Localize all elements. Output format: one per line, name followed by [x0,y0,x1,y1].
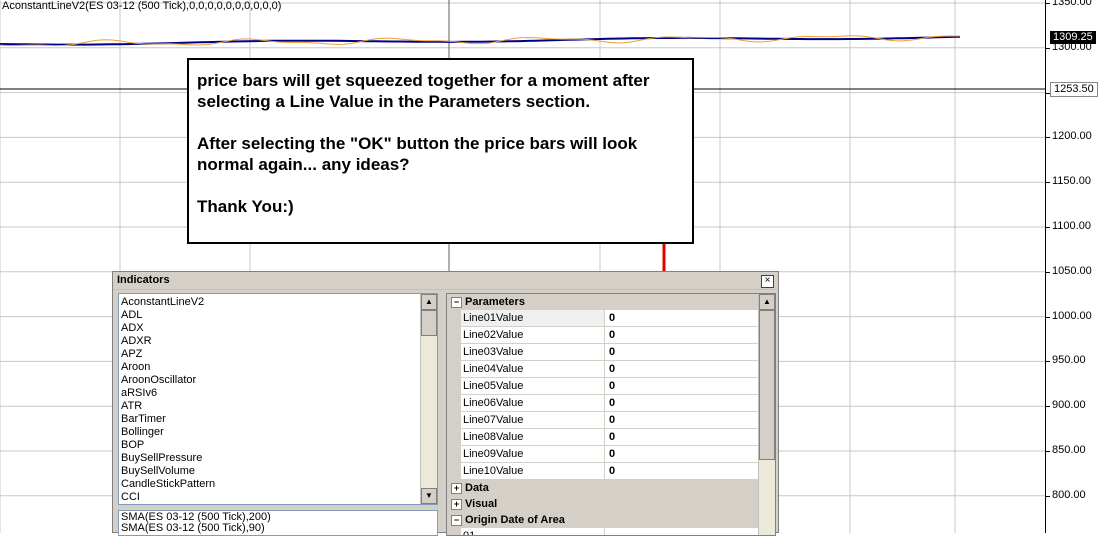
note-line-2: After selecting the "OK" button the pric… [197,134,638,174]
property-name: 01 [461,528,605,535]
scroll-thumb[interactable] [421,310,437,336]
category-data[interactable]: + Data [447,480,775,496]
indicator-list[interactable]: AconstantLineV2 ADL ADX ADXR APZ Aroon AroonOs… [118,293,438,505]
parameter-name: Line06Value [461,395,605,411]
line-price-tag: 1253.50 [1050,82,1098,97]
parameter-value[interactable]: 0 [605,412,775,428]
y-tick-label: 1150.00 [1046,175,1091,188]
parameter-row[interactable]: Line06Value 0 [461,395,775,412]
indicator-list-item[interactable]: BOP [121,439,437,452]
parameter-row[interactable]: Line08Value 0 [461,429,775,446]
parameter-row[interactable]: Line07Value 0 [461,412,775,429]
indicator-list-item[interactable]: Bollinger [121,426,437,439]
y-tick-label: 1050.00 [1046,264,1092,277]
scroll-up-icon[interactable]: ▲ [759,294,775,310]
collapse-icon[interactable]: − [451,515,462,526]
y-tick-label: 900.00 [1046,399,1086,412]
property-value[interactable] [605,528,775,535]
parameter-name: Line05Value [461,378,605,394]
indicator-list-item[interactable]: CandleStickPattern [121,478,437,491]
y-tick-label: 1350.00 [1046,0,1092,8]
parameter-row[interactable]: Line05Value 0 [461,378,775,395]
parameter-row[interactable]: Line04Value 0 [461,361,775,378]
parameter-value[interactable]: 0 [605,310,775,326]
parameter-name: Line09Value [461,446,605,462]
parameter-value[interactable]: 0 [605,378,775,394]
last-price-tag: 1309.25 [1050,31,1096,44]
indicator-list-item[interactable]: ADX [121,322,437,335]
category-label: Visual [465,498,498,510]
applied-indicators-list[interactable]: SMA(ES 03-12 (500 Tick),200) SMA(ES 03-12… [118,510,438,536]
dialog-title: Indicators [117,274,170,286]
indicator-list-scrollbar[interactable]: ▲ ▼ [420,294,437,504]
parameter-name: Line04Value [461,361,605,377]
indicator-list-item[interactable]: ADL [121,309,437,322]
category-parameters[interactable]: − Parameters [447,294,775,310]
indicator-list-item[interactable]: aRSIv6 [121,387,437,400]
y-tick-label: 950.00 [1046,354,1086,367]
scroll-up-icon[interactable]: ▲ [421,294,437,310]
price-axis[interactable]: 1350.001300.001250.001200.001150.001100.… [1045,0,1098,533]
indicator-list-item[interactable]: BuySellVolume [121,465,437,478]
y-tick-label: 1000.00 [1046,309,1092,322]
y-tick-label: 1100.00 [1046,220,1091,232]
indicator-label: AconstantLineV2(ES 03-12 (500 Tick),0,0,… [2,0,282,12]
parameter-value[interactable]: 0 [605,327,775,343]
annotation-note: price bars will get squeezed together fo… [187,58,694,244]
parameter-value[interactable]: 0 [605,463,775,479]
indicator-list-item[interactable]: BuySellPressure [121,452,437,465]
parameter-row[interactable]: Line10Value 0 [461,463,775,480]
category-label: Parameters [465,296,525,308]
expand-icon[interactable]: + [451,483,462,494]
property-grid-scrollbar[interactable]: ▲ [758,294,775,535]
parameter-row[interactable]: Line01Value 0 [461,310,775,327]
scroll-down-icon[interactable]: ▼ [421,488,437,504]
note-line-1: price bars will get squeezed together fo… [197,71,650,111]
close-icon[interactable]: × [761,275,774,288]
category-label: Data [465,482,489,494]
parameter-row[interactable]: Line03Value 0 [461,344,775,361]
indicator-list-item[interactable]: ADXR [121,335,437,348]
indicator-list-item[interactable]: AroonOscillator [121,374,437,387]
property-row[interactable]: 01 [461,528,775,535]
parameter-value[interactable]: 0 [605,361,775,377]
parameter-name: Line10Value [461,463,605,479]
parameter-value[interactable]: 0 [605,446,775,462]
parameter-name: Line08Value [461,429,605,445]
category-label: Origin Date of Area [465,514,565,526]
indicator-list-item[interactable]: Aroon [121,361,437,374]
parameter-name: Line07Value [461,412,605,428]
parameter-value[interactable]: 0 [605,429,775,445]
parameter-row[interactable]: Line02Value 0 [461,327,775,344]
parameter-value[interactable]: 0 [605,395,775,411]
parameter-value[interactable]: 0 [605,344,775,360]
scroll-thumb[interactable] [759,310,775,460]
collapse-icon[interactable]: − [451,297,462,308]
parameter-name: Line01Value [461,310,605,326]
parameter-name: Line03Value [461,344,605,360]
note-line-3: Thank You:) [197,197,294,216]
indicator-list-item[interactable]: AconstantLineV2 [121,296,437,309]
indicator-list-item[interactable]: ATR [121,400,437,413]
property-grid[interactable]: − Parameters Line01Value 0 Line02Value 0 Lin… [446,293,776,536]
expand-icon[interactable]: + [451,499,462,510]
category-origin-date[interactable]: − Origin Date of Area [447,512,775,528]
indicator-list-item[interactable]: BarTimer [121,413,437,426]
parameter-name: Line02Value [461,327,605,343]
indicator-list-item[interactable]: APZ [121,348,437,361]
dialog-titlebar[interactable]: Indicators × [113,272,778,290]
parameter-row[interactable]: Line09Value 0 [461,446,775,463]
category-visual[interactable]: + Visual [447,496,775,512]
indicator-list-item[interactable]: CCI [121,491,437,504]
applied-indicator-item[interactable]: SMA(ES 03-12 (500 Tick),90) [121,523,437,534]
y-tick-label: 850.00 [1046,444,1086,456]
indicators-dialog: Indicators × AconstantLineV2 ADL ADX ADXR AP… [112,271,779,536]
y-tick-label: 800.00 [1046,488,1086,501]
y-tick-label: 1200.00 [1046,130,1092,143]
